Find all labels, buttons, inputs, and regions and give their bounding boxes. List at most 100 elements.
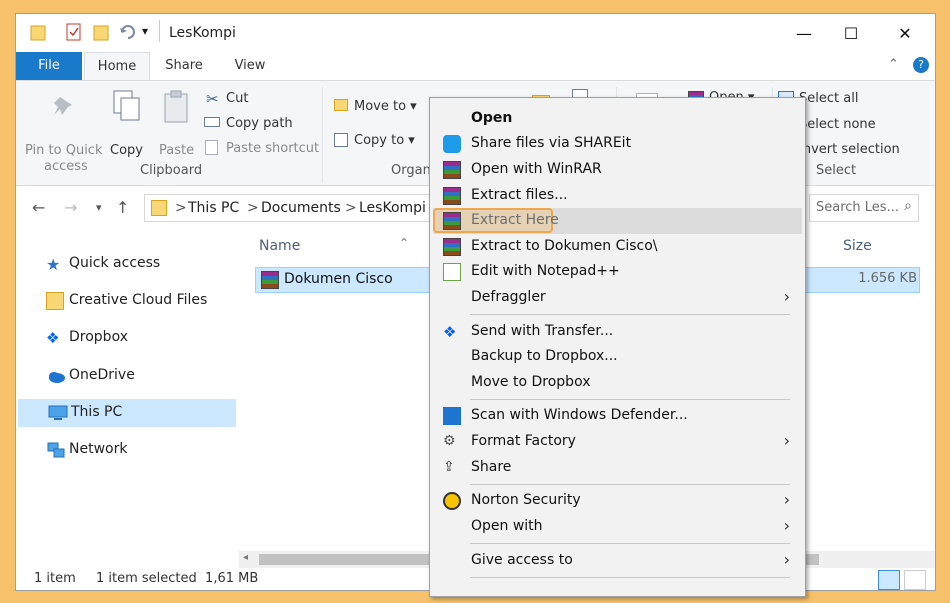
tab-file[interactable]: File [16, 52, 82, 80]
select-none-button[interactable]: Select none [799, 117, 876, 132]
copy-button[interactable]: Copy [110, 143, 143, 158]
navigation-pane: ★ Quick access Creative Cloud Files ❖ Dr… [16, 228, 238, 568]
crumb-separator[interactable]: > [247, 200, 259, 216]
file-size: 1.656 KB [858, 271, 917, 286]
details-view-icon[interactable] [878, 570, 900, 590]
new-folder-icon[interactable] [93, 23, 109, 45]
column-header-name[interactable]: Name [259, 238, 300, 254]
nav-label: OneDrive [69, 367, 135, 383]
winrar-icon [443, 212, 461, 230]
menu-item-defraggler[interactable]: Defraggler › [433, 285, 802, 311]
menu-item-label: Extract to Dokumen Cisco\ [471, 238, 658, 254]
menu-separator [470, 577, 790, 578]
nav-label: This PC [71, 404, 123, 420]
copy-to-icon [334, 133, 348, 147]
close-button[interactable]: ✕ [882, 14, 928, 52]
sort-ascending-icon: ⌃ [399, 236, 410, 250]
submenu-chevron-icon: › [783, 287, 790, 306]
menu-item-give-access-to[interactable]: Give access to › [433, 548, 802, 574]
nav-item-onedrive[interactable]: OneDrive [16, 362, 234, 390]
customize-toolbar-icon[interactable]: ▾ [142, 24, 148, 38]
scroll-left-icon[interactable]: ◂ [243, 552, 248, 563]
menu-item-notepad-plus-plus[interactable]: Edit with Notepad++ [433, 259, 802, 285]
breadcrumb-documents[interactable]: Documents [261, 200, 341, 216]
creative-cloud-icon [46, 292, 64, 310]
nav-item-this-pc[interactable]: This PC [18, 399, 236, 427]
file-name: Dokumen Cisco [284, 271, 393, 287]
crumb-separator[interactable]: > [345, 200, 357, 216]
breadcrumb-leskompi[interactable]: LesKompi [359, 200, 426, 216]
nav-item-dropbox[interactable]: ❖ Dropbox [16, 324, 234, 352]
nav-item-creative-cloud[interactable]: Creative Cloud Files [16, 287, 234, 315]
menu-item-label: Open with WinRAR [471, 161, 602, 177]
selection-info: 1 item selected 1,61 MB [96, 571, 259, 586]
help-icon[interactable]: ? [913, 57, 929, 73]
large-icons-view-icon[interactable] [904, 570, 926, 590]
menu-item-label: Move to Dropbox [471, 374, 591, 390]
minimize-button[interactable]: — [781, 14, 827, 52]
crumb-separator[interactable]: > [175, 200, 187, 216]
search-box[interactable]: Search Les... ⌕ [809, 194, 919, 222]
menu-item-share[interactable]: ⇪ Share [433, 455, 802, 481]
menu-separator [470, 314, 790, 315]
format-factory-icon: ⚙ [443, 433, 456, 449]
cut-button[interactable]: Cut [226, 91, 248, 106]
paste-button[interactable]: Paste [159, 143, 194, 158]
title-divider [159, 20, 160, 42]
menu-item-send-with-transfer[interactable]: ❖ Send with Transfer... [433, 319, 802, 345]
share-icon: ⇪ [443, 459, 455, 475]
nav-label: Quick access [69, 255, 161, 271]
menu-separator [470, 543, 790, 544]
invert-selection-button[interactable]: Invert selection [799, 142, 900, 157]
menu-item-move-to-dropbox[interactable]: Move to Dropbox [433, 370, 802, 396]
maximize-button[interactable]: ☐ [828, 14, 874, 52]
nav-item-network[interactable]: Network [16, 436, 234, 464]
recent-locations-icon[interactable]: ▾ [96, 201, 102, 214]
winrar-icon [443, 238, 461, 256]
menu-item-extract-to[interactable]: Extract to Dokumen Cisco\ [433, 234, 802, 260]
properties-icon[interactable] [66, 23, 82, 45]
breadcrumb-this-pc[interactable]: This PC [188, 200, 239, 216]
select-group-label: Select [816, 163, 857, 178]
tab-view[interactable]: View [222, 52, 278, 80]
menu-item-windows-defender[interactable]: Scan with Windows Defender... [433, 403, 802, 429]
move-to-button[interactable]: Move to ▾ [354, 99, 417, 114]
collapse-ribbon-icon[interactable]: ⌃ [888, 57, 899, 72]
menu-item-extract-here[interactable]: Extract Here [433, 208, 802, 234]
item-count: 1 item [34, 571, 76, 586]
menu-item-backup-to-dropbox[interactable]: Backup to Dropbox... [433, 344, 802, 370]
undo-icon[interactable] [118, 23, 136, 45]
menu-item-label: Extract Here [471, 212, 559, 228]
forward-arrow-icon[interactable]: → [64, 198, 77, 217]
tab-share[interactable]: Share [156, 52, 212, 80]
nav-item-quick-access[interactable]: ★ Quick access [16, 250, 234, 278]
copy-icon [112, 89, 142, 127]
menu-item-open-with-winrar[interactable]: Open with WinRAR [433, 157, 802, 183]
search-icon[interactable]: ⌕ [904, 198, 912, 214]
organize-group-label: Organ [391, 163, 431, 178]
tab-home[interactable]: Home [84, 52, 150, 80]
search-input[interactable]: Search Les... [816, 200, 899, 215]
copy-path-icon [204, 117, 220, 127]
copy-path-button[interactable]: Copy path [226, 116, 293, 131]
menu-item-format-factory[interactable]: ⚙ Format Factory › [433, 429, 802, 455]
menu-item-shareit[interactable]: Share files via SHAREit [433, 131, 802, 157]
paste-shortcut-button[interactable]: Paste shortcut [226, 141, 319, 156]
menu-item-norton-security[interactable]: Norton Security › [433, 488, 802, 514]
select-all-button[interactable]: Select all [799, 91, 858, 106]
dropbox-icon: ❖ [46, 329, 60, 347]
up-arrow-icon[interactable]: ↑ [116, 198, 129, 217]
pin-to-quick-access-label[interactable]: Pin to Quick [25, 143, 102, 158]
window-title: LesKompi [169, 25, 236, 41]
menu-item-open[interactable]: Open [433, 106, 802, 132]
column-header-size[interactable]: Size [843, 238, 872, 254]
menu-item-label: Share [471, 459, 512, 475]
copy-to-button[interactable]: Copy to ▾ [354, 133, 415, 148]
pin-to-quick-access-label-2[interactable]: access [44, 159, 88, 174]
menu-item-open-with[interactable]: Open with › [433, 514, 802, 540]
menu-item-label: Share files via SHAREit [471, 135, 632, 151]
menu-item-extract-files[interactable]: Extract files... [433, 183, 802, 209]
back-arrow-icon[interactable]: ← [32, 198, 45, 217]
notepad-plus-plus-icon [443, 263, 461, 281]
menu-item-label: Scan with Windows Defender... [471, 407, 688, 423]
